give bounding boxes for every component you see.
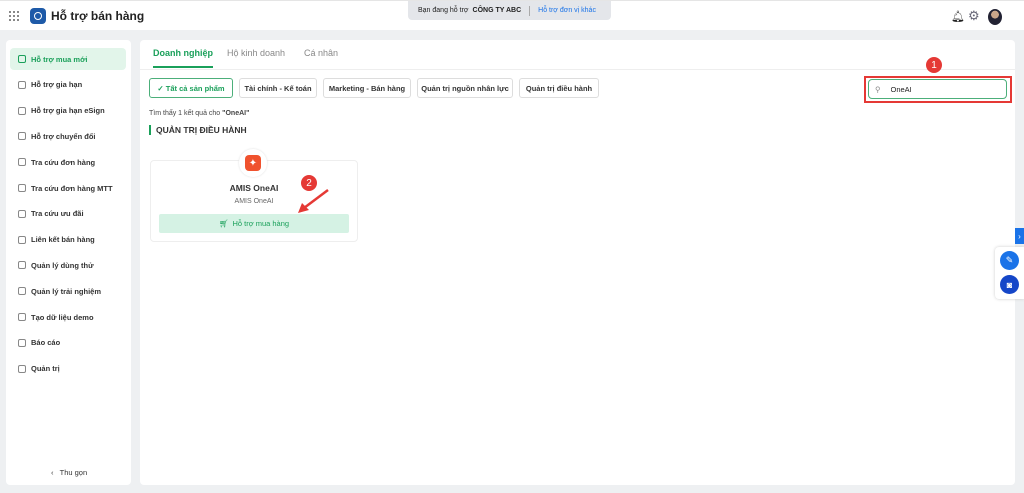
sidebar-item-label: Liên kết bán hàng xyxy=(31,235,95,245)
menu-icon xyxy=(18,184,26,192)
sidebar-item[interactable]: Quản lý trải nghiệm xyxy=(10,280,126,302)
collapse-label: Thu gọn xyxy=(59,468,88,477)
menu-icon xyxy=(18,287,26,296)
sidebar-item[interactable]: Tra cứu đơn hàng MTT xyxy=(10,177,126,199)
sidebar-item-label: Tra cứu ưu đãi xyxy=(31,209,84,219)
buy-support-label: Hỗ trợ mua hàng xyxy=(232,219,290,228)
tab-ca-nhan[interactable]: Cá nhân xyxy=(304,48,338,66)
support-context: Bạn đang hỗ trợ CÔNG TY ABC Hỗ trợ đơn v… xyxy=(408,1,611,20)
rocket-icon[interactable]: ✎ xyxy=(1000,251,1019,270)
tab-ho-kinh-doanh[interactable]: Hộ kinh doanh xyxy=(227,48,285,66)
menu-icon xyxy=(18,235,26,244)
sidebar: ‹ Thu gọn Hỗ trợ mua mới Hỗ trợ gia hạn Hỗ… xyxy=(6,40,131,485)
menu-icon xyxy=(18,132,26,141)
app-logo xyxy=(30,8,46,24)
menu-icon xyxy=(18,261,26,270)
sidebar-item-label: Hỗ trợ chuyển đổi xyxy=(31,131,96,141)
menu-icon xyxy=(18,106,26,115)
sidebar-item[interactable]: Tạo dữ liệu demo xyxy=(10,306,126,328)
gear-icon[interactable]: ⚙ xyxy=(968,8,980,24)
menu-icon xyxy=(18,338,26,347)
menu-icon xyxy=(18,209,26,218)
expand-panel-button[interactable]: › xyxy=(1015,228,1024,244)
filter-marketing[interactable]: Marketing - Bán hàng xyxy=(323,78,411,98)
avatar[interactable] xyxy=(988,9,1002,25)
support-prefix: Bạn đang hỗ trợ xyxy=(418,7,469,14)
top-bar: Hỗ trợ bán hàng Bạn đang hỗ trợ CÔNG TY … xyxy=(0,0,1024,30)
filter-finance[interactable]: Tài chính - Kế toán xyxy=(239,78,317,98)
filter-all-products[interactable]: ✓ Tất cả sản phẩm xyxy=(149,78,233,98)
filter-label: Tất cả sản phẩm xyxy=(165,83,225,93)
app-grid-icon[interactable] xyxy=(9,11,19,21)
sidebar-item[interactable]: Quản trị xyxy=(10,358,126,380)
sidebar-item-label: Quản trị xyxy=(31,364,60,374)
sidebar-item-label: Hỗ trợ mua mới xyxy=(31,54,88,64)
sidebar-item-label: Tạo dữ liệu demo xyxy=(31,312,94,322)
section-heading: QUẢN TRỊ ĐIỀU HÀNH xyxy=(149,125,247,135)
floating-actions: ✎ ◙ xyxy=(995,247,1024,299)
sidebar-item[interactable]: Hỗ trợ gia hạn xyxy=(10,74,126,96)
menu-icon xyxy=(18,55,26,63)
sidebar-item-label: Quản lý trải nghiệm xyxy=(31,286,102,296)
tab-doanh-nghiep[interactable]: Doanh nghiệp xyxy=(153,48,213,68)
app-title: Hỗ trợ bán hàng xyxy=(51,9,145,23)
sidebar-item[interactable]: Hỗ trợ chuyển đổi xyxy=(10,125,126,147)
result-summary: Tìm thấy 1 kết quả cho "OneAI" xyxy=(149,110,249,117)
bell-icon[interactable]: 🔔︎ xyxy=(951,10,965,23)
sidebar-item[interactable]: Hỗ trợ gia hạn eSign xyxy=(10,100,126,122)
search-box[interactable]: ⚲ xyxy=(868,79,1007,99)
product-icon-wrap: ✦ xyxy=(239,149,267,177)
sidebar-item[interactable]: Báo cáo xyxy=(10,332,126,354)
sidebar-item-label: Tra cứu đơn hàng xyxy=(31,157,96,167)
filter-hr[interactable]: Quản trị nguồn nhân lực xyxy=(417,78,513,98)
cart-icon: 🛒︎ xyxy=(218,219,229,228)
sidebar-item-label: Hỗ trợ gia hạn eSign xyxy=(31,106,105,116)
filter-management[interactable]: Quản trị điều hành xyxy=(519,78,599,98)
main-panel: Doanh nghiệp Hộ kinh doanh Cá nhân ✓ Tất… xyxy=(140,40,1015,485)
sidebar-item-label: Tra cứu đơn hàng MTT xyxy=(31,183,113,193)
company-name: CÔNG TY ABC xyxy=(472,7,522,14)
sidebar-item[interactable]: Tra cứu đơn hàng xyxy=(10,151,126,173)
sidebar-item[interactable]: Liên kết bán hàng xyxy=(10,229,126,251)
sidebar-item-label: Báo cáo xyxy=(31,338,61,348)
sidebar-item-label: Quản lý dùng thử xyxy=(31,260,94,270)
search-icon: ⚲ xyxy=(875,84,881,94)
menu-icon xyxy=(18,313,26,321)
buy-support-button[interactable]: 🛒︎ Hỗ trợ mua hàng xyxy=(159,214,349,233)
bot-icon[interactable]: ◙ xyxy=(1000,275,1019,294)
result-query: "OneAI" xyxy=(222,110,250,117)
switch-company-link[interactable]: Hỗ trợ đơn vị khác xyxy=(538,7,596,14)
tab-bar: Doanh nghiệp Hộ kinh doanh Cá nhân xyxy=(140,40,1015,70)
menu-icon xyxy=(18,364,26,373)
menu-icon xyxy=(18,80,26,89)
menu-icon xyxy=(18,158,26,167)
annotation-arrow xyxy=(298,189,329,213)
divider xyxy=(529,5,531,16)
sidebar-item[interactable]: Tra cứu ưu đãi xyxy=(10,203,126,225)
annotation-badge-1: 1 xyxy=(926,57,942,73)
sidebar-item-label: Hỗ trợ gia hạn xyxy=(31,80,83,90)
sidebar-item[interactable]: Hỗ trợ mua mới xyxy=(10,48,126,70)
search-input[interactable] xyxy=(890,84,991,94)
sidebar-item[interactable]: Quản lý dùng thử xyxy=(10,254,126,276)
sparkle-icon: ✦ xyxy=(245,155,261,171)
result-prefix: Tìm thấy 1 kết quả cho xyxy=(149,110,223,117)
collapse-button[interactable]: ‹ Thu gọn xyxy=(51,468,87,477)
